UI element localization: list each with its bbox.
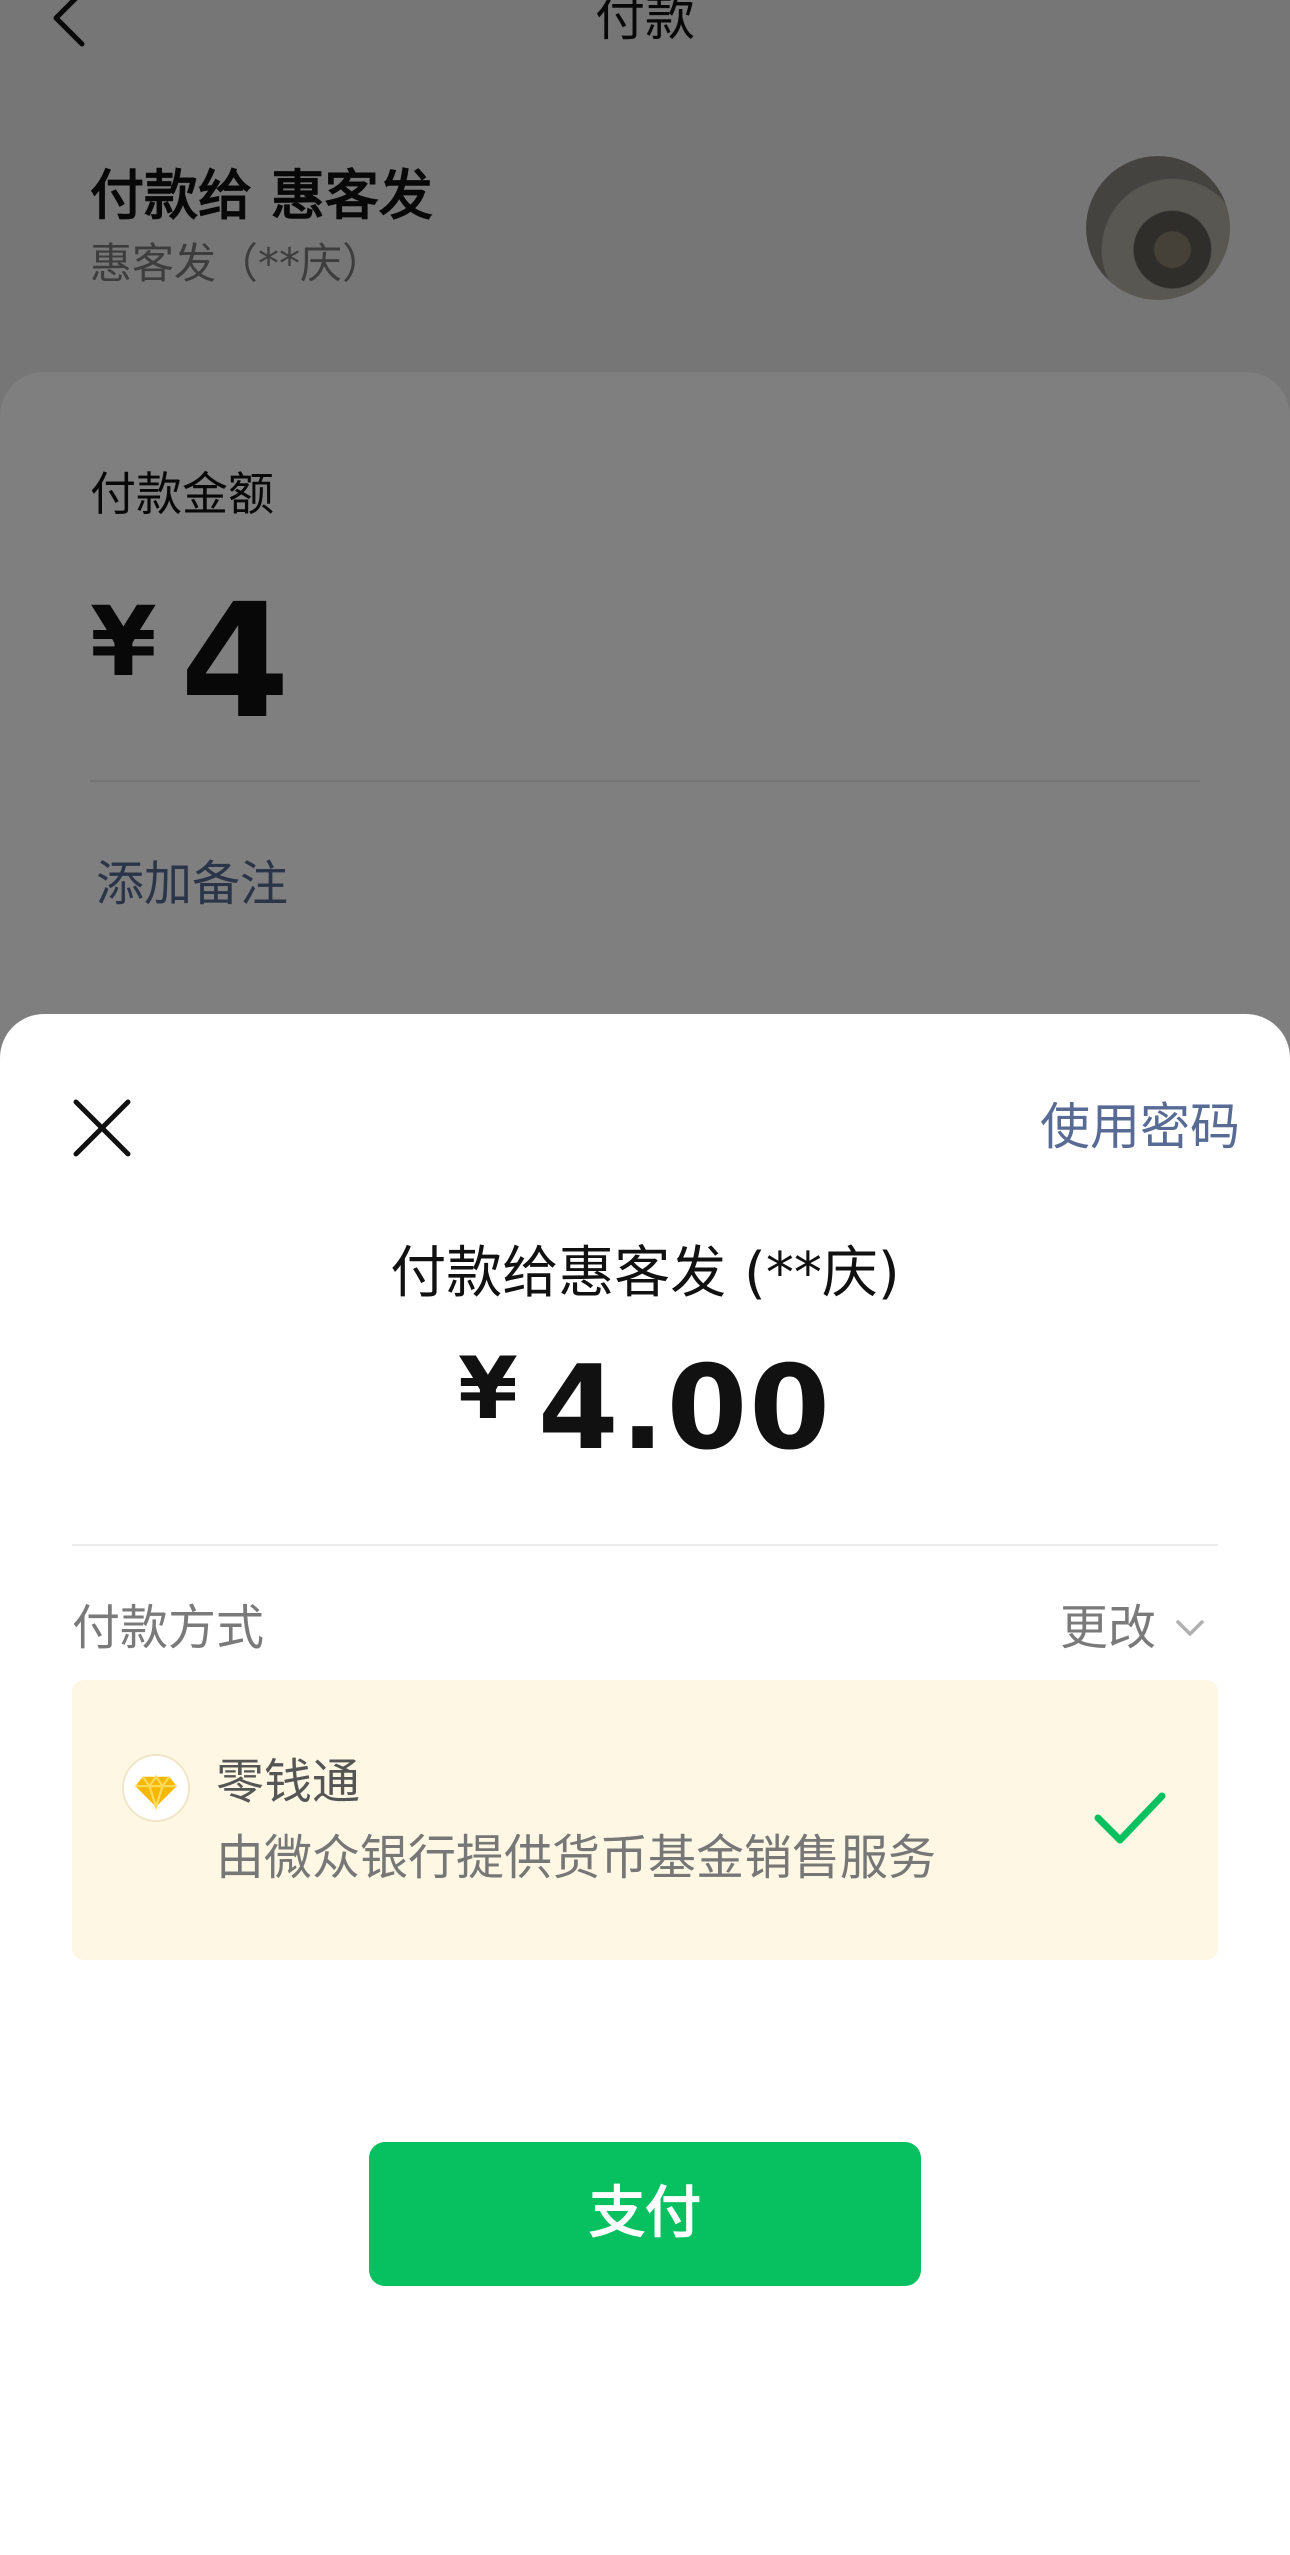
check-icon: [1094, 1792, 1166, 1844]
method-description: 由微众银行提供货币基金销售服务: [216, 1830, 937, 1886]
change-label: 更改: [1059, 1600, 1156, 1656]
close-icon[interactable]: [64, 1090, 140, 1166]
sheet-amount: ¥4.00: [0, 1334, 1290, 1484]
method-name: 零钱通: [216, 1754, 361, 1810]
diamond-icon: [122, 1754, 190, 1822]
divider: [72, 1544, 1218, 1546]
payment-sheet: 使用密码 付款给惠客发 (**庆) ¥4.00 付款方式 更改 零钱通 由微众银…: [0, 1014, 1290, 2555]
pay-button[interactable]: 支付: [369, 2142, 921, 2286]
change-method-button[interactable]: 更改: [1060, 1588, 1206, 1668]
sheet-currency-symbol: ¥: [457, 1339, 518, 1439]
payment-method-label: 付款方式: [72, 1600, 265, 1656]
sheet-payee: 付款给惠客发 (**庆): [390, 1241, 900, 1306]
sheet-amount-value: 4.00: [537, 1341, 833, 1476]
use-password-button[interactable]: 使用密码: [1040, 1084, 1240, 1170]
payment-method-option[interactable]: 零钱通 由微众银行提供货币基金销售服务: [72, 1680, 1218, 1960]
chevron-down-icon: [1176, 1620, 1204, 1636]
